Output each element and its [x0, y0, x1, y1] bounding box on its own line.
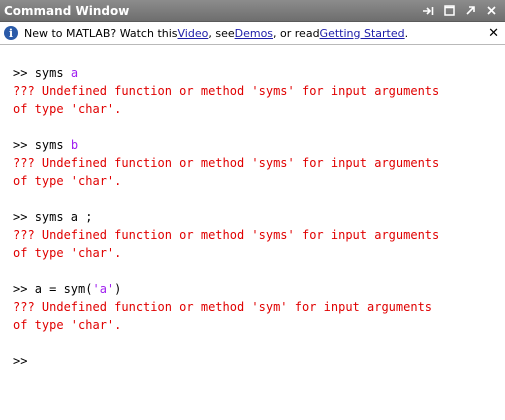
command-suffix: ): [114, 282, 122, 296]
error-line: ??? Undefined function or method 'syms' …: [13, 84, 440, 98]
window-title: Command Window: [4, 3, 130, 18]
command-arg: a: [70, 66, 79, 80]
command-line: >> syms a: [13, 64, 505, 82]
error-line: ??? Undefined function or method 'sym' f…: [13, 300, 433, 314]
info-bar: i New to MATLAB? Watch this Video , see …: [0, 22, 505, 45]
error-line: of type 'char'.: [13, 246, 122, 260]
window-titlebar[interactable]: Command Window: [0, 0, 505, 22]
window-controls: [422, 5, 505, 17]
video-link[interactable]: Video: [178, 27, 209, 40]
prompt: >>: [13, 282, 35, 296]
demos-link[interactable]: Demos: [235, 27, 273, 40]
command-text: syms: [34, 138, 71, 152]
error-line: of type 'char'.: [13, 102, 122, 116]
console-output[interactable]: >> syms a ??? Undefined function or meth…: [0, 46, 505, 420]
console-entry: >> syms b ??? Undefined function or meth…: [13, 136, 505, 190]
error-line: ??? Undefined function or method 'syms' …: [13, 156, 440, 170]
error-line: of type 'char'.: [13, 318, 122, 332]
command-line: >> a = sym('a'): [13, 280, 505, 298]
info-text-4: .: [404, 26, 409, 40]
prompt: >>: [13, 66, 35, 80]
current-prompt[interactable]: >>: [13, 352, 505, 370]
maximize-icon[interactable]: [443, 5, 455, 17]
error-line: of type 'char'.: [13, 174, 122, 188]
minimize-icon[interactable]: [464, 5, 476, 17]
error-line: ??? Undefined function or method 'syms' …: [13, 228, 440, 242]
prompt: >>: [13, 210, 35, 224]
command-arg: 'a': [92, 282, 115, 296]
close-infobar-icon[interactable]: ✕: [488, 26, 499, 41]
info-text-3: , or read: [273, 26, 320, 40]
undock-icon[interactable]: [422, 5, 434, 17]
command-line: >> syms a ;: [13, 208, 505, 226]
console-entry: >> syms a ??? Undefined function or meth…: [13, 64, 505, 118]
console-entry: >> syms a ; ??? Undefined function or me…: [13, 208, 505, 262]
command-text: a = sym(: [34, 282, 93, 296]
prompt: >>: [13, 138, 35, 152]
command-window: Command Window i New to MATLAB? Watch th…: [0, 0, 505, 420]
command-arg: b: [70, 138, 79, 152]
command-line: >> syms b: [13, 136, 505, 154]
close-icon[interactable]: [485, 5, 497, 17]
console-entry: >> a = sym('a') ??? Undefined function o…: [13, 280, 505, 334]
command-text: syms a ;: [34, 210, 93, 224]
command-text: syms: [34, 66, 71, 80]
info-text-1: New to MATLAB? Watch this: [24, 26, 178, 40]
info-text-2: , see: [208, 26, 235, 40]
getting-started-link[interactable]: Getting Started: [320, 27, 405, 40]
info-icon: i: [4, 26, 18, 40]
